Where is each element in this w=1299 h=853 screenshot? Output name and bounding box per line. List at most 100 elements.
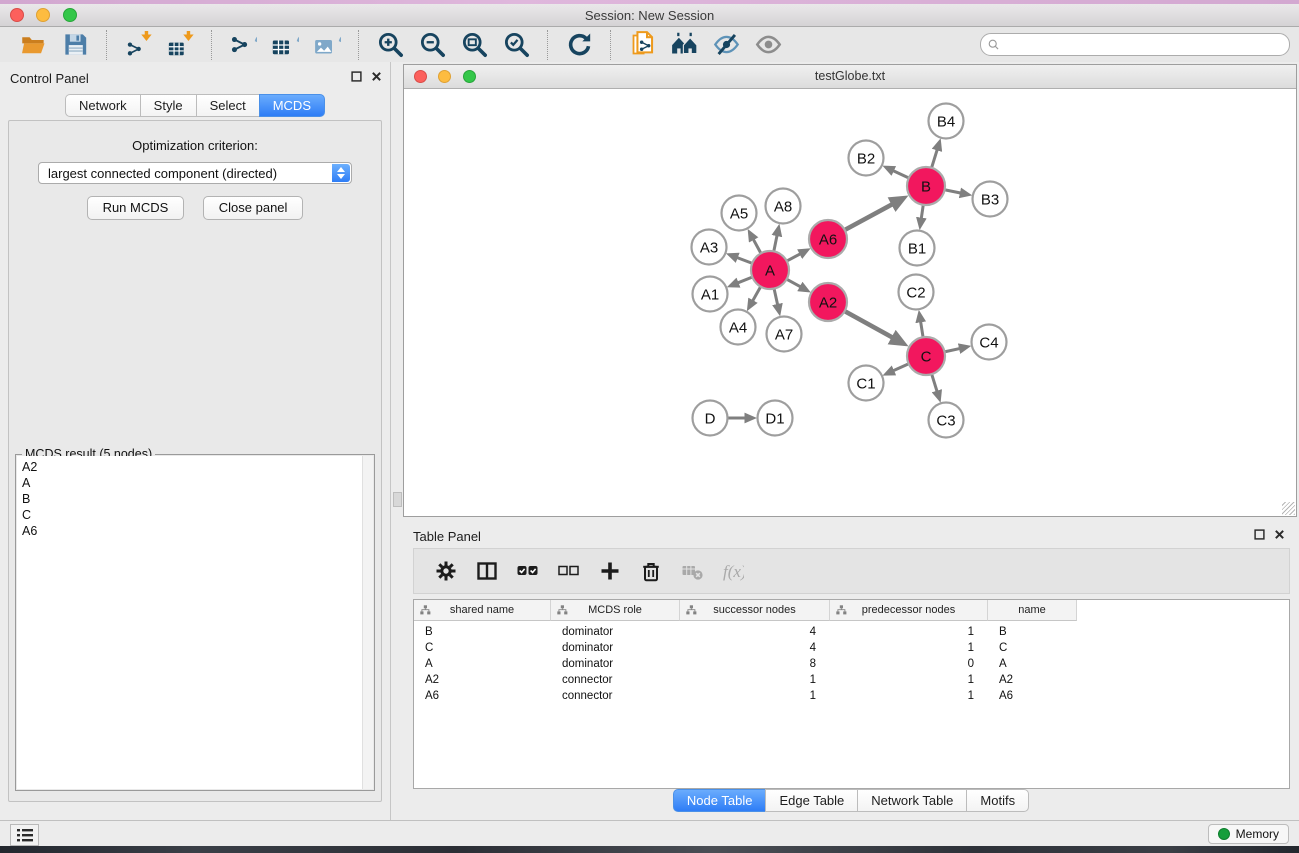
export-table-icon[interactable]: [270, 30, 300, 60]
task-history-button[interactable]: [10, 824, 39, 846]
refresh-icon[interactable]: [564, 30, 594, 60]
tab-motifs[interactable]: Motifs: [966, 789, 1029, 812]
edge-B-B2[interactable]: [893, 171, 908, 178]
edge-A-A7[interactable]: [774, 289, 777, 305]
edge-A-A6[interactable]: [787, 254, 800, 261]
cell-predecessor-nodes[interactable]: 1: [830, 642, 988, 654]
close-table-panel-icon[interactable]: [1274, 529, 1285, 540]
zoom-in-icon[interactable]: [375, 30, 405, 60]
zoom-out-icon[interactable]: [417, 30, 447, 60]
edge-B-B4[interactable]: [932, 150, 937, 168]
trash-icon[interactable]: [639, 559, 663, 583]
tab-edge-table[interactable]: Edge Table: [765, 789, 857, 812]
tab-node-table[interactable]: Node Table: [673, 789, 766, 812]
import-network-icon[interactable]: [123, 30, 153, 60]
edge-B-B1[interactable]: [921, 205, 923, 218]
checked-pair-icon[interactable]: [516, 559, 540, 583]
close-panel-icon[interactable]: [371, 71, 382, 82]
cell-name[interactable]: C: [988, 642, 1077, 654]
edge-A-A2[interactable]: [787, 279, 800, 286]
result-node-c[interactable]: C: [17, 507, 373, 523]
edge-A2-C[interactable]: [845, 311, 892, 337]
result-node-a6[interactable]: A6: [17, 523, 373, 539]
float-panel-icon[interactable]: [351, 71, 362, 82]
zoom-fit-icon[interactable]: [459, 30, 489, 60]
edge-C-C4[interactable]: [945, 349, 960, 352]
column-header-predecessor-nodes[interactable]: predecessor nodes: [830, 600, 988, 621]
resize-grip-icon[interactable]: [1282, 502, 1295, 515]
add-icon[interactable]: [598, 559, 622, 583]
column-header-successor-nodes[interactable]: successor nodes: [680, 600, 830, 621]
table-row[interactable]: Cdominator41C: [414, 640, 1289, 656]
edge-C-C3[interactable]: [932, 375, 937, 392]
column-header-MCDS-role[interactable]: MCDS role: [551, 600, 680, 621]
column-header-name[interactable]: name: [988, 600, 1077, 621]
memory-button[interactable]: Memory: [1208, 824, 1289, 844]
cell-name[interactable]: A6: [988, 690, 1077, 702]
edge-C-C1[interactable]: [893, 364, 908, 371]
cell-predecessor-nodes[interactable]: 1: [830, 690, 988, 702]
zoom-selected-icon[interactable]: [501, 30, 531, 60]
cell-MCDS-role[interactable]: dominator: [551, 658, 680, 670]
tab-mcds[interactable]: MCDS: [259, 94, 325, 117]
cell-name[interactable]: A: [988, 658, 1077, 670]
cell-shared-name[interactable]: C: [414, 642, 551, 654]
result-scrollbar[interactable]: [362, 456, 373, 789]
edge-A-A4[interactable]: [753, 287, 761, 301]
result-node-a2[interactable]: A2: [17, 459, 373, 475]
run-mcds-button[interactable]: Run MCDS: [87, 196, 185, 220]
result-node-b[interactable]: B: [17, 491, 373, 507]
cell-successor-nodes[interactable]: 1: [680, 674, 830, 686]
cell-shared-name[interactable]: A2: [414, 674, 551, 686]
table-row[interactable]: Bdominator41B: [414, 624, 1289, 640]
cell-successor-nodes[interactable]: 8: [680, 658, 830, 670]
export-network-icon[interactable]: [228, 30, 258, 60]
search-input[interactable]: [1005, 36, 1283, 54]
cell-predecessor-nodes[interactable]: 1: [830, 626, 988, 638]
cell-MCDS-role[interactable]: dominator: [551, 642, 680, 654]
tab-network[interactable]: Network: [65, 94, 140, 117]
show-graphics-details-icon[interactable]: [753, 30, 783, 60]
open-session-icon[interactable]: [18, 30, 48, 60]
criterion-dropdown[interactable]: largest connected component (directed): [38, 162, 352, 184]
cell-successor-nodes[interactable]: 4: [680, 642, 830, 654]
cell-shared-name[interactable]: A6: [414, 690, 551, 702]
home-icon[interactable]: [669, 30, 699, 60]
network-canvas[interactable]: B4B2BB3A8A5A6A3B1AC2A1A2A4A7C4CC1C3DD1: [404, 89, 1296, 516]
import-table-icon[interactable]: [165, 30, 195, 60]
gear-icon[interactable]: [434, 559, 458, 583]
edge-A-A3[interactable]: [737, 258, 752, 264]
tab-select[interactable]: Select: [196, 94, 259, 117]
table-row[interactable]: Adominator80A: [414, 656, 1289, 672]
float-table-panel-icon[interactable]: [1254, 529, 1265, 540]
result-node-a[interactable]: A: [17, 475, 373, 491]
cell-MCDS-role[interactable]: connector: [551, 674, 680, 686]
edge-A-A1[interactable]: [738, 277, 752, 283]
cell-MCDS-role[interactable]: connector: [551, 690, 680, 702]
unchecked-pair-icon[interactable]: [557, 559, 581, 583]
edge-C-C2[interactable]: [921, 322, 923, 337]
cell-shared-name[interactable]: A: [414, 658, 551, 670]
table-row[interactable]: A6connector11A6: [414, 688, 1289, 704]
edge-B-B3[interactable]: [945, 190, 960, 193]
cell-successor-nodes[interactable]: 4: [680, 626, 830, 638]
edge-A-A8[interactable]: [774, 235, 777, 250]
columns-icon[interactable]: [475, 559, 499, 583]
tab-style[interactable]: Style: [140, 94, 196, 117]
vertical-divider-grip[interactable]: [393, 492, 402, 507]
save-session-icon[interactable]: [60, 30, 90, 60]
cell-successor-nodes[interactable]: 1: [680, 690, 830, 702]
search-field[interactable]: [980, 33, 1290, 56]
table-row[interactable]: A2connector11A2: [414, 672, 1289, 688]
cell-predecessor-nodes[interactable]: 1: [830, 674, 988, 686]
cell-name[interactable]: B: [988, 626, 1077, 638]
edge-A6-B[interactable]: [845, 204, 892, 229]
export-image-icon[interactable]: [312, 30, 342, 60]
tab-network-table[interactable]: Network Table: [857, 789, 966, 812]
cell-predecessor-nodes[interactable]: 0: [830, 658, 988, 670]
column-header-shared-name[interactable]: shared name: [414, 600, 551, 621]
cell-MCDS-role[interactable]: dominator: [551, 626, 680, 638]
network-from-file-icon[interactable]: [627, 30, 657, 60]
edge-A-A5[interactable]: [753, 239, 760, 252]
hide-graphics-details-icon[interactable]: [711, 30, 741, 60]
